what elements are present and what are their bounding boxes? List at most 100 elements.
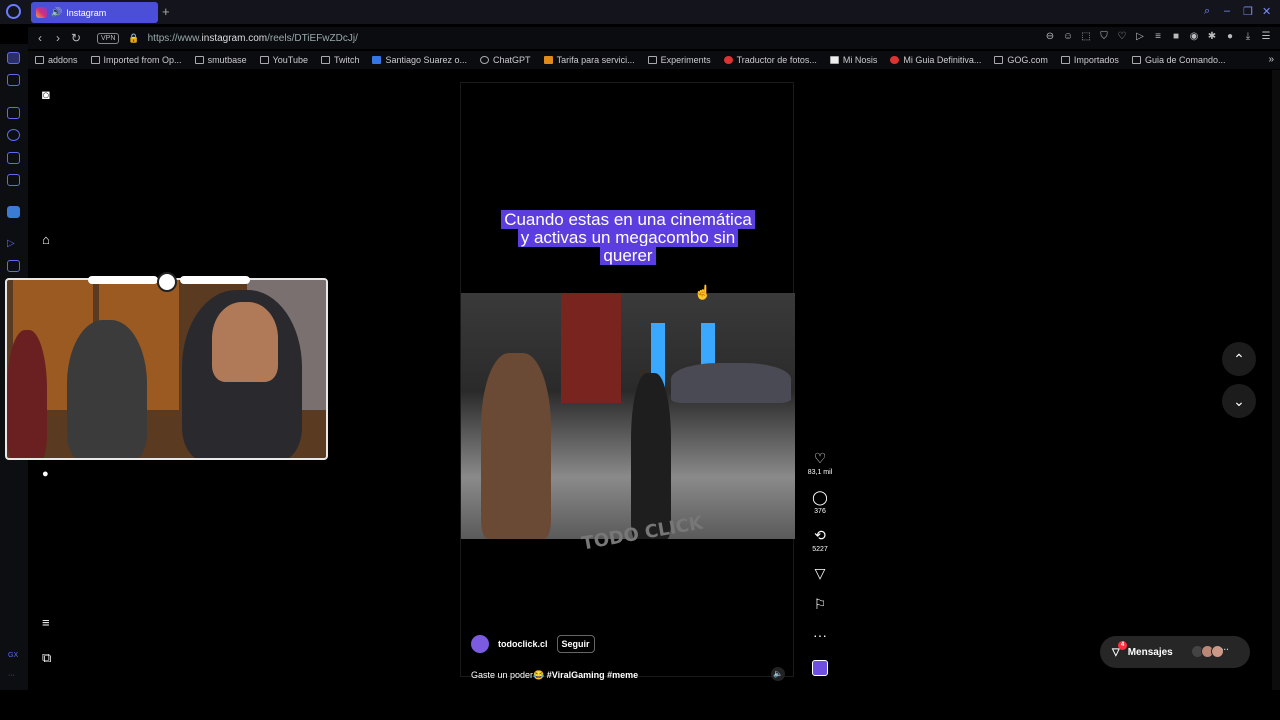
sidebar-controller-icon[interactable] [7, 107, 20, 119]
bookmarks-overflow-icon[interactable]: » [1268, 54, 1274, 65]
bookmark-item[interactable]: smutbase [194, 55, 247, 65]
repost-count: 5227 [812, 546, 828, 553]
sidebar-app-icon[interactable] [7, 206, 20, 218]
sidebar-gamepad-icon[interactable] [7, 74, 20, 86]
heart-icon: ♡ [813, 450, 827, 466]
url-field[interactable]: https://www.instagram.com/reels/DTiEFwZD… [148, 33, 358, 44]
lock-icon[interactable]: 🔒 [128, 33, 139, 44]
author-avatar[interactable] [471, 635, 489, 653]
extension-icon[interactable]: ■ [1170, 31, 1182, 43]
vpn-badge[interactable]: VPN [97, 32, 120, 44]
bookmark-item[interactable]: Tarifa para servici... [543, 55, 635, 65]
menu-icon[interactable]: ≡ [42, 615, 50, 630]
bookmark-item[interactable]: Imported from Op... [90, 55, 182, 65]
comment-button[interactable]: ◯ 376 [806, 489, 834, 515]
repost-button[interactable]: ⟲ 5227 [806, 527, 834, 553]
easy-setup-icon[interactable]: ☰ [1260, 31, 1272, 43]
sidebar-more-icon[interactable]: ··· [8, 672, 15, 679]
close-icon[interactable]: ✕ [1262, 5, 1271, 18]
profile-avatar[interactable]: ● [42, 468, 49, 480]
folder-icon [1060, 56, 1070, 64]
sidebar-player-icon[interactable]: ▷ [7, 238, 20, 250]
like-button[interactable]: ♡ 83,1 mil [806, 450, 834, 476]
overwatch-logo-icon [157, 272, 177, 292]
bookmark-item[interactable]: addons [35, 55, 78, 65]
restore-icon[interactable]: ❐ [1243, 5, 1253, 18]
like-count: 83,1 mil [807, 469, 833, 476]
address-bar: ‹ › ↻ VPN 🔒 https://www.instagram.com/re… [28, 27, 1280, 49]
opera-logo-icon[interactable] [6, 4, 21, 19]
more-avatars-icon: ··· [1221, 645, 1229, 654]
new-tab-button[interactable]: + [162, 4, 170, 19]
messages-button[interactable]: ▽ 4 Mensajes ··· [1100, 636, 1250, 668]
bookmark-item[interactable]: ChatGPT [480, 55, 531, 65]
back-icon[interactable]: ‹ [31, 31, 49, 45]
man-figure [631, 373, 671, 539]
tab-title: Instagram [66, 7, 107, 18]
tarifa-icon [543, 56, 553, 64]
reel-description: Gaste un poder😂 #ViralGaming #meme [471, 670, 639, 680]
page-scrollbar[interactable] [1272, 70, 1280, 690]
flag-icon [647, 56, 657, 64]
sidebar-gx-label[interactable]: GX [8, 652, 18, 659]
bookmark-item[interactable]: Santiago Suarez o... [372, 55, 467, 65]
zoom-icon[interactable]: ⊖ [1044, 31, 1056, 43]
speaker-icon[interactable]: 🔊 [51, 7, 62, 18]
messages-label: Mensajes [1127, 646, 1173, 658]
sidebar-card-icon[interactable] [7, 174, 20, 186]
folder-icon [90, 56, 100, 64]
puzzle-icon[interactable]: ✱ [1206, 31, 1218, 43]
previous-reel-button[interactable]: ⌃ [1222, 342, 1256, 376]
bookmark-item[interactable]: Guia de Comando... [1131, 55, 1226, 65]
emoji-icon[interactable]: ☺ [1062, 31, 1074, 43]
minimize-icon[interactable]: – [1224, 5, 1230, 17]
audience [671, 363, 791, 403]
mute-icon[interactable]: 🔈 [771, 667, 785, 681]
save-button[interactable]: ⚐ [806, 596, 834, 613]
bookmark-item[interactable]: Twitch [320, 55, 359, 65]
bookmark-item[interactable]: YouTube [259, 55, 308, 65]
download-icon[interactable]: ⤓ [1242, 31, 1254, 43]
folder-icon [194, 56, 204, 64]
bookmark-item[interactable]: Importados [1060, 55, 1119, 65]
bookmark-item[interactable]: Experiments [647, 55, 711, 65]
bookmark-item[interactable]: Mi Guia Definitiva... [890, 55, 981, 65]
video-frame[interactable] [461, 293, 795, 539]
bookmark-item[interactable]: Traductor de fotos... [723, 55, 817, 65]
share-button[interactable]: ▽ [806, 565, 834, 582]
sidebar-apps-icon[interactable] [7, 260, 20, 272]
snapshot-icon[interactable]: ⬚ [1080, 31, 1092, 43]
bookmark-item[interactable]: GOG.com [994, 55, 1048, 65]
reload-icon[interactable]: ↻ [67, 31, 85, 45]
reel-player[interactable]: Cuando estas en una cinemática y activas… [460, 82, 795, 681]
mouse-cursor-icon: ☝ [694, 284, 712, 300]
heart-icon[interactable]: ♡ [1116, 31, 1128, 43]
search-tabs-icon[interactable]: ⌕ [1204, 5, 1210, 18]
page-icon [259, 56, 269, 64]
hashtags[interactable]: #ViralGaming #meme [547, 670, 638, 680]
sidebar-home-icon[interactable] [7, 52, 20, 64]
more-options-button[interactable]: ··· [806, 627, 834, 643]
instagram-logo-icon[interactable]: ◙ [42, 87, 50, 102]
follow-button[interactable]: Seguir [556, 635, 595, 653]
play-icon[interactable]: ▷ [1134, 31, 1146, 43]
tab-instagram[interactable]: 🔊 Instagram [31, 2, 158, 23]
color-wheel-icon[interactable]: ◉ [1188, 31, 1200, 43]
author-name[interactable]: todoclick.cl [498, 639, 548, 649]
forward-icon[interactable]: › [49, 31, 67, 45]
audio-thumbnail[interactable] [812, 660, 828, 676]
sidebar-store-icon[interactable] [7, 152, 20, 164]
sidebar-history-icon[interactable] [7, 129, 20, 141]
menu-lines-icon[interactable]: ≡ [1152, 31, 1164, 43]
next-reel-button[interactable]: ⌄ [1222, 384, 1256, 418]
home-icon[interactable]: ⌂ [42, 232, 50, 247]
profile-icon[interactable]: ● [1224, 31, 1236, 43]
more-apps-icon[interactable]: ⧉ [42, 650, 51, 666]
bookmark-item[interactable]: Mi Nosis [829, 55, 877, 65]
webcam-person [7, 330, 47, 458]
reel-author: todoclick.cl Seguir [471, 635, 595, 653]
browser-tabbar: 🔊 Instagram + ⌕ – ❐ ✕ [0, 0, 1280, 24]
be-favicon-icon [372, 56, 382, 64]
shield-icon[interactable]: ⛉ [1098, 31, 1110, 43]
video-caption: Cuando estas en una cinemática y activas… [483, 210, 773, 265]
